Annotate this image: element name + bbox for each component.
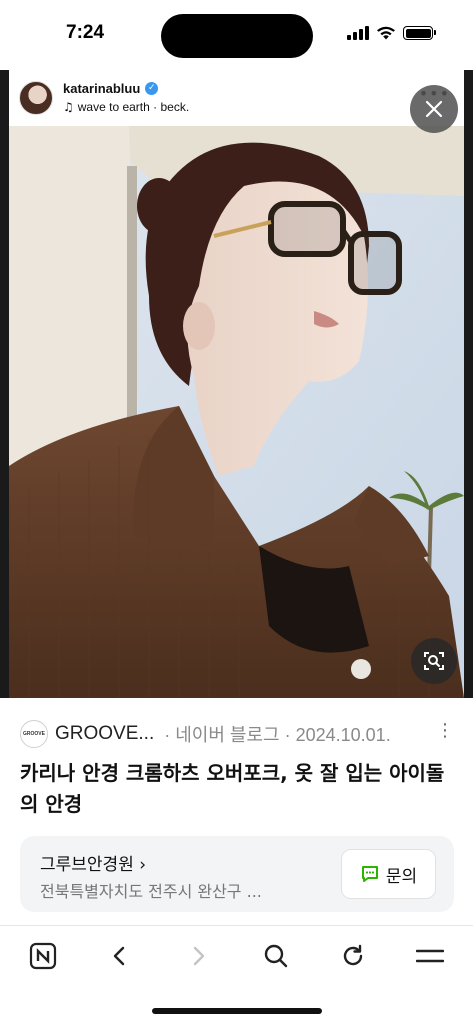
home-indicator[interactable]	[152, 1008, 322, 1014]
place-card[interactable]: 그루브안경원 › 전북특별자치도 전주시 완산구 ... 문의	[20, 836, 454, 912]
close-button[interactable]	[410, 85, 458, 133]
place-address: 전북특별자치도 전주시 완산구 ...	[40, 882, 262, 901]
back-button[interactable]	[102, 938, 138, 974]
menu-icon	[416, 949, 444, 963]
dynamic-island	[161, 14, 313, 58]
wifi-icon	[377, 26, 395, 40]
music-note-icon: ♫	[63, 100, 74, 114]
search-icon	[264, 944, 288, 968]
status-icons	[347, 26, 436, 40]
username: katarinabluu	[63, 81, 141, 96]
avatar	[19, 81, 53, 115]
signal-icon	[347, 26, 369, 40]
search-button[interactable]	[258, 938, 294, 974]
refresh-icon	[343, 944, 363, 966]
place-name[interactable]: 그루브안경원 ›	[40, 850, 146, 875]
close-icon	[425, 100, 443, 118]
inquiry-label: 문의	[385, 866, 418, 887]
forward-icon	[193, 946, 205, 966]
verified-badge-icon: ✓	[145, 82, 159, 95]
more-vertical-icon[interactable]: ⋮	[436, 720, 454, 741]
forward-button[interactable]	[180, 938, 216, 974]
battery-icon	[403, 26, 436, 40]
naver-home-button[interactable]	[25, 938, 61, 974]
visual-search-button[interactable]	[411, 638, 457, 684]
back-icon	[113, 946, 125, 966]
refresh-button[interactable]	[335, 938, 371, 974]
result-title[interactable]: 카리나 안경 크롬하츠 오버포크, 옷 잘 입는 아이돌의 안경	[20, 758, 460, 820]
status-bar: 7:24	[0, 0, 473, 70]
username-row: katarinabluu ✓	[63, 81, 159, 96]
source-name[interactable]: GROOVE...	[55, 723, 154, 745]
source-meta: · 네이버 블로그 · 2024.10.01.	[164, 725, 391, 745]
result-photo[interactable]	[9, 126, 464, 698]
chat-icon	[361, 866, 378, 882]
bottom-toolbar	[0, 925, 473, 985]
inquiry-button[interactable]: 문의	[341, 849, 436, 899]
naver-home-icon	[29, 942, 57, 970]
source-row[interactable]: GROOVE GROOVE... · 네이버 블로그 · 2024.10.01.…	[20, 718, 460, 750]
visual-search-icon	[424, 652, 444, 670]
status-time: 7:24	[66, 22, 105, 43]
music-row: ♫ wave to earth · beck.	[63, 100, 189, 114]
image-viewer: katarinabluu ✓ ♫ wave to earth · beck. •…	[0, 70, 473, 698]
music-text: wave to earth · beck.	[77, 100, 190, 114]
post-header: katarinabluu ✓ ♫ wave to earth · beck. •…	[9, 70, 464, 126]
menu-button[interactable]	[412, 938, 448, 974]
source-logo: GROOVE	[20, 720, 48, 748]
